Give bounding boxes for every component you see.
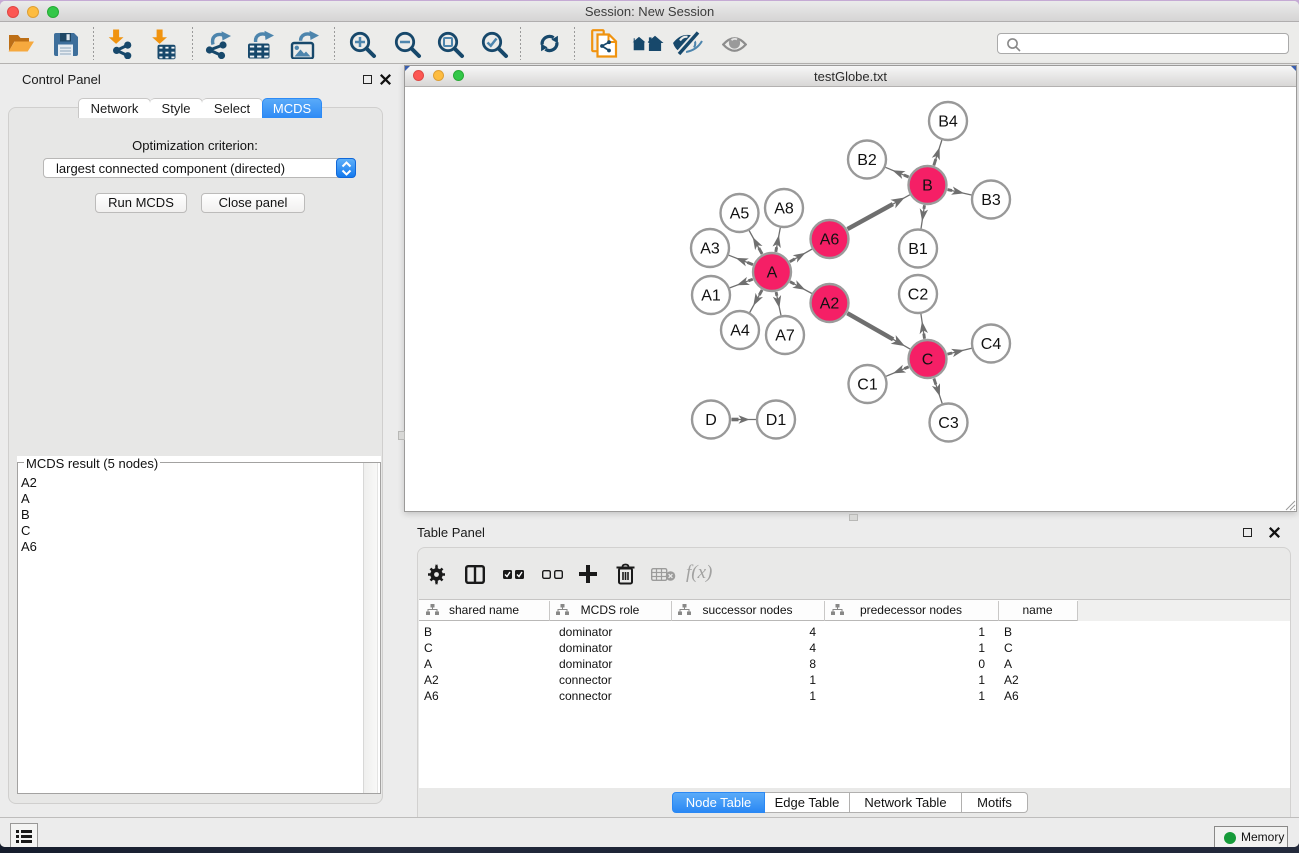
svg-text:A2: A2: [820, 296, 840, 313]
svg-text:A6: A6: [820, 232, 840, 249]
svg-text:C: C: [922, 352, 934, 369]
svg-text:C4: C4: [981, 336, 1002, 353]
svg-text:D1: D1: [766, 412, 787, 429]
svg-text:A3: A3: [700, 241, 720, 258]
svg-text:B1: B1: [908, 241, 928, 258]
svg-text:B2: B2: [857, 152, 877, 169]
svg-text:A8: A8: [774, 201, 794, 218]
svg-text:B: B: [922, 178, 933, 195]
svg-text:A: A: [767, 265, 778, 282]
svg-text:A1: A1: [701, 288, 721, 305]
svg-text:A7: A7: [775, 328, 795, 345]
svg-text:D: D: [705, 412, 717, 429]
svg-text:B4: B4: [938, 114, 958, 131]
svg-text:A5: A5: [730, 206, 750, 223]
svg-text:C3: C3: [938, 415, 959, 432]
svg-text:B3: B3: [981, 192, 1001, 209]
svg-text:C2: C2: [908, 287, 929, 304]
svg-text:C1: C1: [857, 377, 878, 394]
svg-text:A4: A4: [730, 323, 750, 340]
